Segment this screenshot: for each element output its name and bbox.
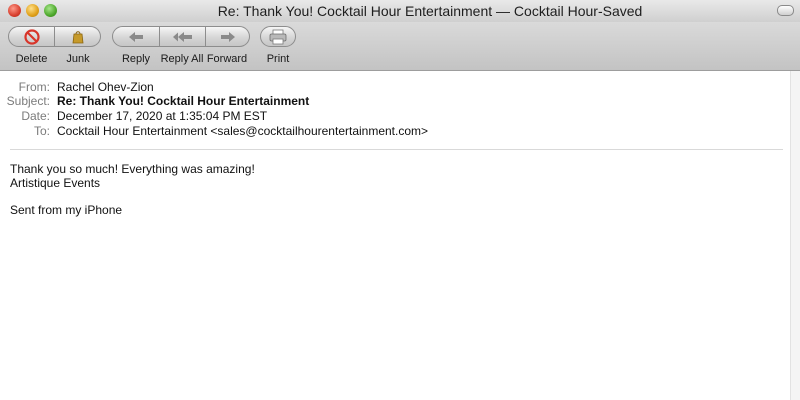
reply-all-label: Reply All <box>160 53 204 65</box>
delete-icon <box>23 28 40 45</box>
body-line: Artistique Events <box>10 176 101 190</box>
reply-label: Reply <box>121 53 151 65</box>
vertical-scrollbar[interactable] <box>790 71 800 400</box>
from-row: From: Rachel Ohev-Zion <box>0 80 800 95</box>
print-button[interactable] <box>260 26 296 47</box>
delete-button[interactable] <box>8 26 55 47</box>
reply-all-button[interactable] <box>160 26 206 47</box>
reply-arrow-icon <box>129 31 143 42</box>
printer-icon <box>269 29 287 44</box>
subject-value: Re: Thank You! Cocktail Hour Entertainme… <box>57 94 310 108</box>
to-label: To: <box>33 124 50 138</box>
print-label: Print <box>266 53 290 65</box>
from-label: From: <box>18 80 50 94</box>
date-value: December 17, 2020 at 1:35:04 PM EST <box>57 109 268 123</box>
message-body: Thank you so much! Everything was amazin… <box>10 162 255 217</box>
to-row: To: Cocktail Hour Entertainment <sales@c… <box>0 124 800 139</box>
minimize-window-button[interactable] <box>26 4 39 17</box>
forward-label: Forward <box>206 53 248 65</box>
junk-label: Junk <box>66 53 90 65</box>
title-bar: Re: Thank You! Cocktail Hour Entertainme… <box>0 0 800 23</box>
close-window-button[interactable] <box>8 4 21 17</box>
reply-all-arrow-icon <box>172 31 192 42</box>
mail-window: Re: Thank You! Cocktail Hour Entertainme… <box>0 0 800 400</box>
junk-bag-icon <box>72 30 83 43</box>
forward-button[interactable] <box>206 26 250 47</box>
subject-label: Subject: <box>6 94 50 108</box>
zoom-window-button[interactable] <box>44 4 57 17</box>
from-value[interactable]: Rachel Ohev-Zion <box>57 80 154 94</box>
toolbar: Delete Junk Reply Reply All Forward Prin… <box>0 22 800 71</box>
junk-button[interactable] <box>55 26 101 47</box>
body-line: Sent from my iPhone <box>10 203 123 217</box>
date-row: Date: December 17, 2020 at 1:35:04 PM ES… <box>0 109 800 124</box>
to-value[interactable]: Cocktail Hour Entertainment <sales@cockt… <box>57 124 428 138</box>
toolbar-toggle-button[interactable] <box>777 5 794 16</box>
body-line: Thank you so much! Everything was amazin… <box>10 162 255 176</box>
forward-arrow-icon <box>220 31 235 42</box>
body-line <box>10 190 255 203</box>
date-label: Date: <box>21 109 50 123</box>
delete-label: Delete <box>15 53 48 65</box>
reply-button[interactable] <box>112 26 160 47</box>
window-title: Re: Thank You! Cocktail Hour Entertainme… <box>217 3 643 19</box>
subject-row: Subject: Re: Thank You! Cocktail Hour En… <box>0 94 800 109</box>
header-divider <box>10 149 783 150</box>
